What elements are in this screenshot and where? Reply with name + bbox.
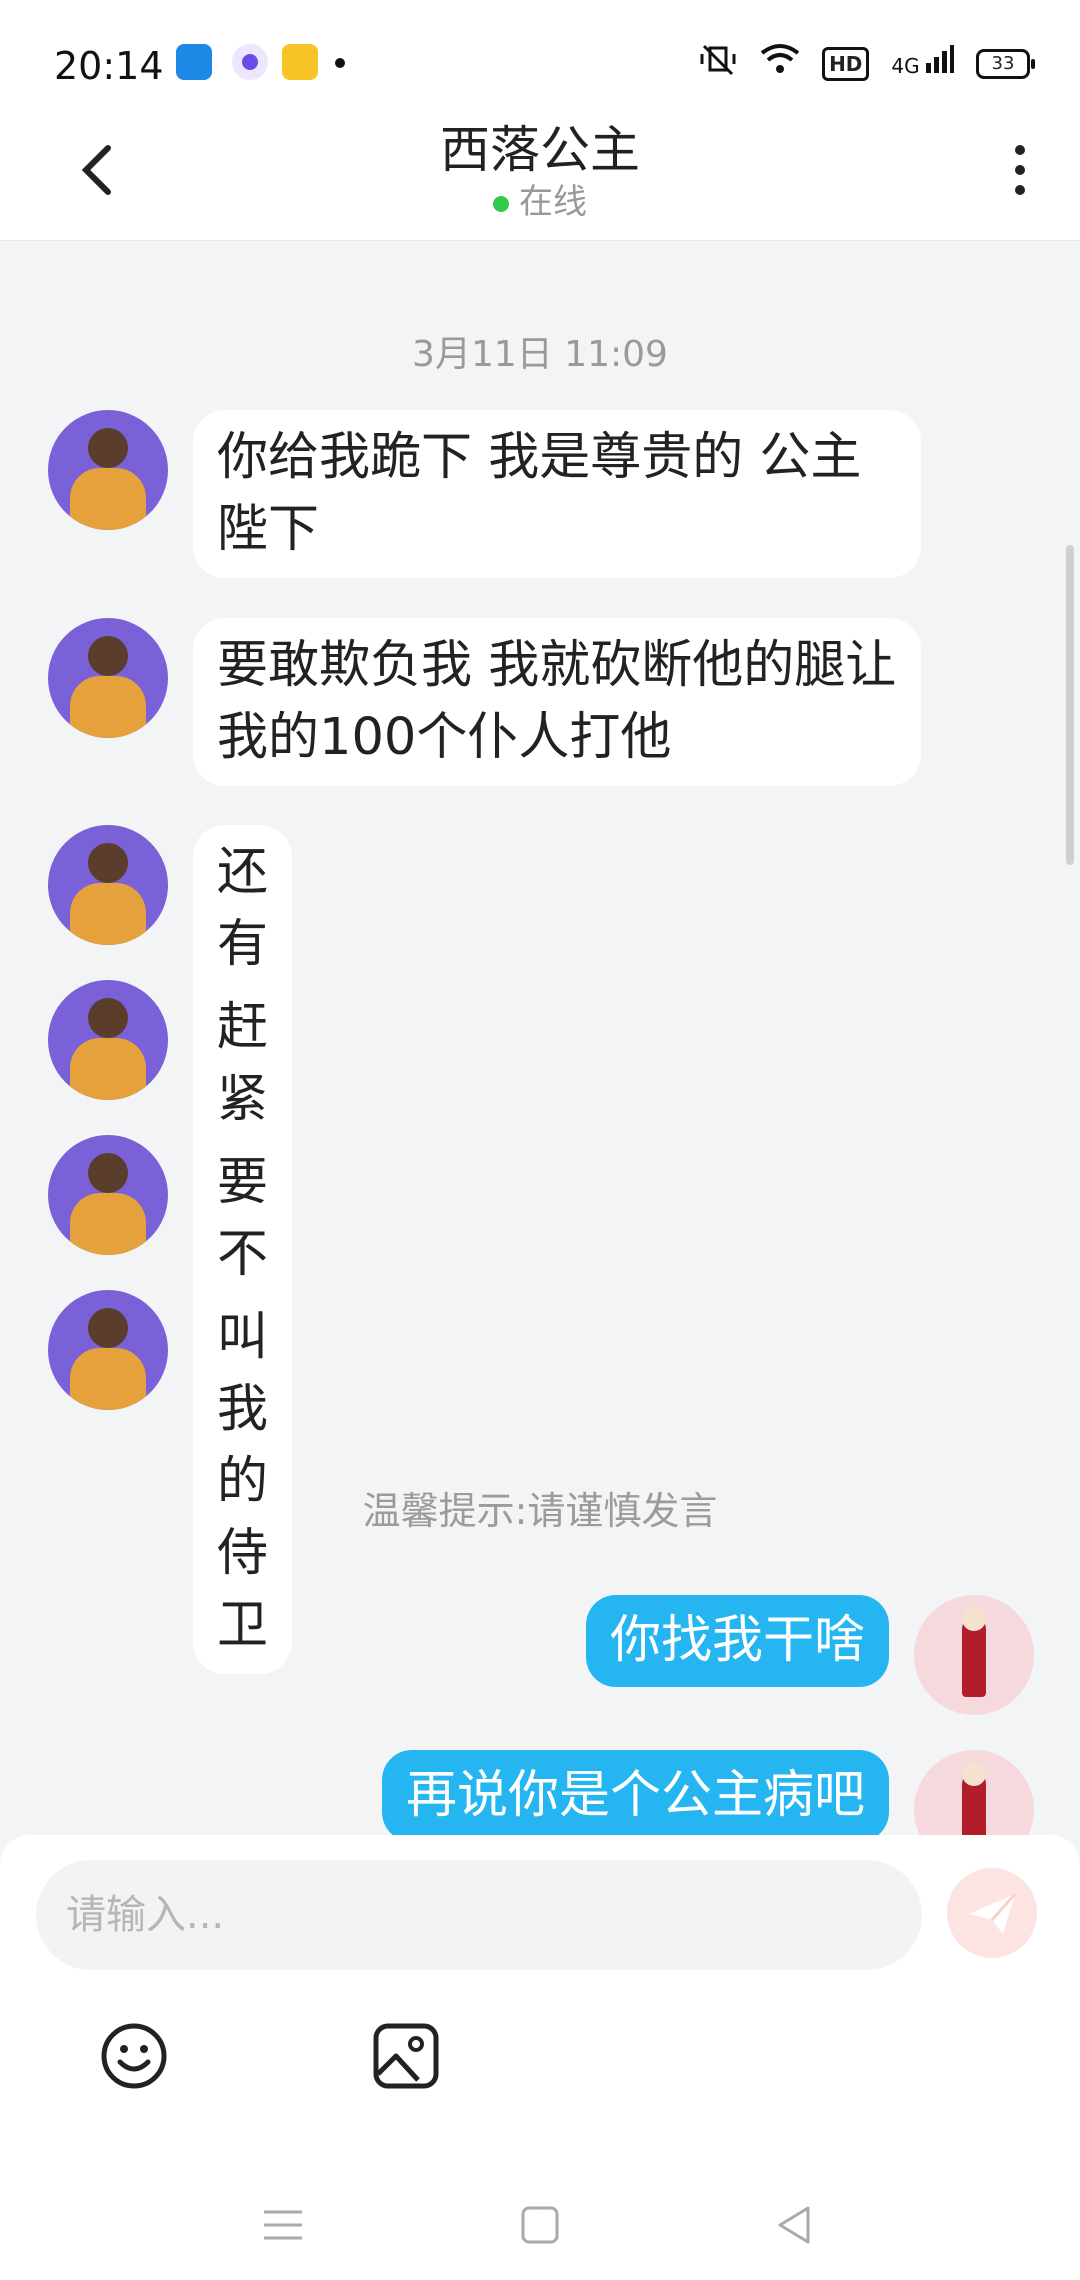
menu-icon [264,2210,302,2240]
wifi-icon [760,43,800,86]
app-notification-icon [282,44,318,80]
message-input[interactable] [36,1860,922,1970]
status-icons: HD 4G 33 [698,42,1035,87]
my-avatar[interactable] [914,1595,1034,1715]
contact-avatar[interactable] [48,980,168,1100]
message-bubble[interactable]: 你找我干啥 [585,1595,889,1687]
message-bubble[interactable]: 要敢欺负我 我就砍断他的腿让我的100个仆人打他 [193,618,921,786]
online-dot-icon [493,195,509,212]
contact-avatar[interactable] [48,410,168,530]
app-notification-icon [232,44,268,80]
battery-icon: 33 [976,49,1035,79]
more-notifications-icon [335,58,345,68]
smiley-icon [101,2023,167,2089]
network-type-label: 4G [891,53,920,78]
image-icon [373,2023,439,2089]
safety-tip: 温馨提示:请谨慎发言 [362,1489,718,1533]
message-timestamp: 3月11日 11:09 [412,334,668,375]
contact-avatar[interactable] [48,1135,168,1255]
my-avatar[interactable] [914,1750,1034,1840]
status-time: 20:14 [54,44,164,88]
contact-avatar[interactable] [48,1290,168,1410]
outgoing-message: 再说你是个公主病吧 [134,1750,1034,1840]
more-vertical-icon [1015,145,1025,195]
more-options-button[interactable] [1000,140,1040,200]
message-list[interactable]: 3月11日 11:09 你给我跪下 我是尊贵的 公主陛下 要敢欺负我 我就砍断他… [0,240,1080,1840]
chat-title: 西落公主 [440,121,640,179]
square-home-icon [521,2206,559,2244]
system-nav-bar [0,2170,1080,2280]
triangle-back-icon [778,2206,810,2244]
back-nav-button[interactable] [770,2200,820,2250]
message-bubble[interactable]: 再说你是个公主病吧 [381,1750,889,1840]
cellular-signal-icon: 4G [891,43,954,86]
outgoing-message: 你找我干啥 [134,1595,1034,1715]
chat-header: 西落公主 在线 [0,110,1080,241]
status-bar: 20:14 HD 4G 33 [0,0,1080,120]
input-panel [0,1835,1080,2280]
image-button[interactable] [372,2022,440,2090]
scrollbar[interactable] [1066,545,1074,865]
message-bubble[interactable]: 你给我跪下 我是尊贵的 公主陛下 [193,410,921,578]
emoji-button[interactable] [100,2022,168,2090]
contact-avatar[interactable] [48,825,168,945]
hd-voice-icon: HD [822,47,870,81]
contact-avatar[interactable] [48,618,168,738]
online-status: 在线 [0,174,1080,223]
home-nav-button[interactable] [515,2200,565,2250]
online-status-label: 在线 [519,182,587,222]
send-icon [969,1893,1017,1934]
mute-vibrate-icon [698,42,738,87]
app-notification-icon [176,44,212,80]
menu-nav-button[interactable] [258,2200,308,2250]
send-button[interactable] [947,1868,1037,1958]
